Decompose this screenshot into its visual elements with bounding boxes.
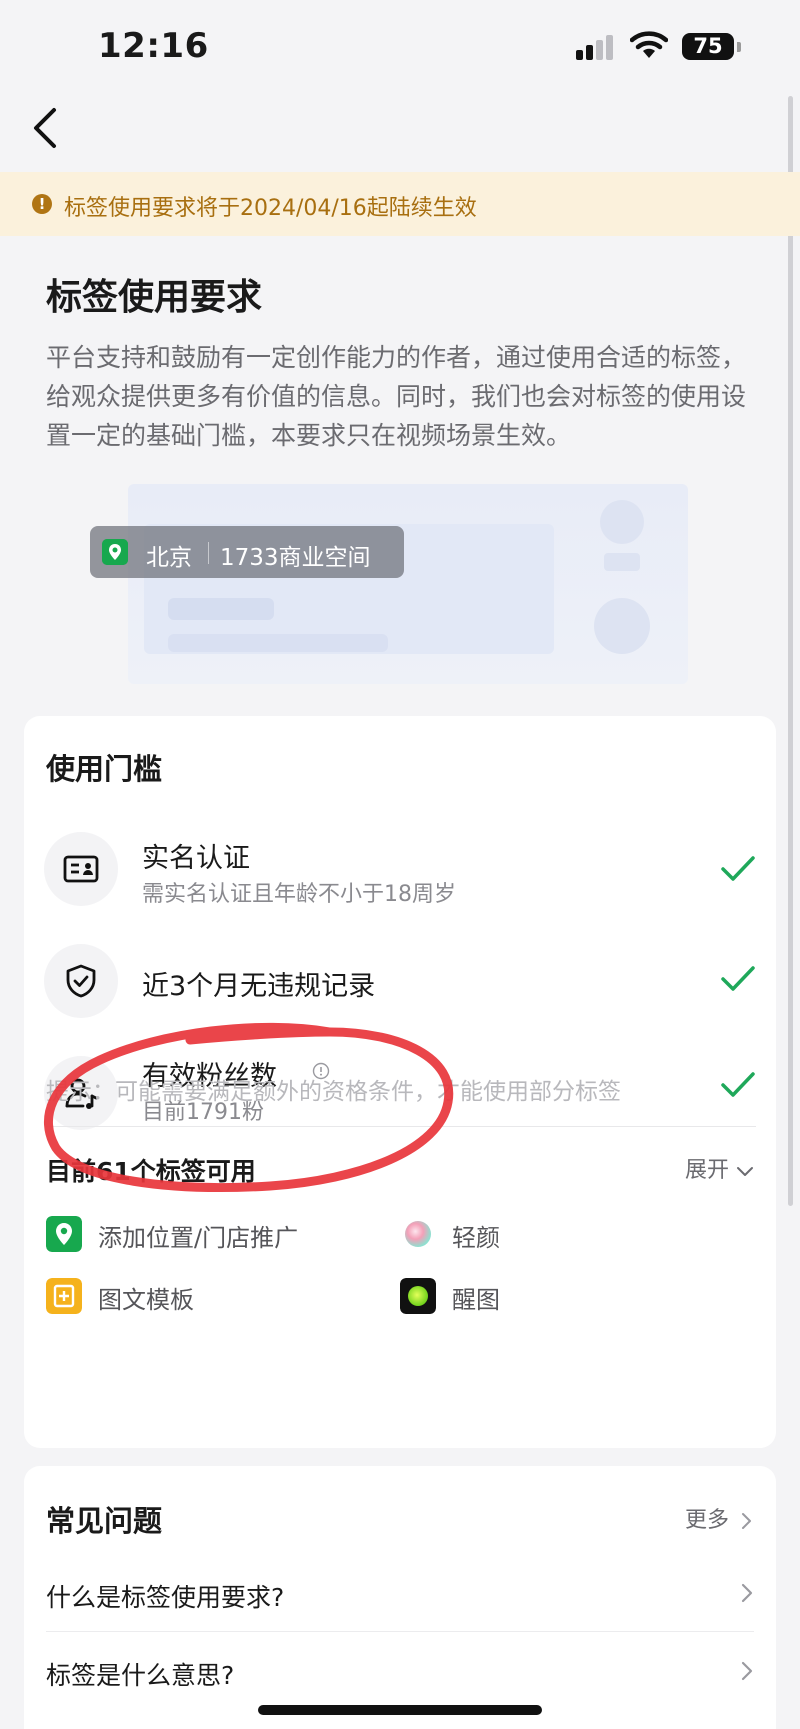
expand-label: 展开 bbox=[684, 1158, 729, 1183]
location-place: 1733商业空间 bbox=[220, 545, 371, 571]
tag-location[interactable]: 添加位置/门店推广 bbox=[46, 1214, 376, 1254]
faq-item[interactable]: 什么是标签使用要求? bbox=[46, 1554, 754, 1632]
tag-label: 图文模板 bbox=[98, 1286, 194, 1314]
chevron-right-icon bbox=[741, 1661, 753, 1681]
scrollbar[interactable] bbox=[788, 96, 793, 1206]
preview-bar bbox=[168, 598, 274, 620]
requirements-card: 使用门槛 实名认证 需实名认证且年龄不小于18周岁 近3个月无违规记录 有效粉丝… bbox=[24, 716, 776, 1448]
faq-card: 常见问题 更多 什么是标签使用要求? 标签是什么意思? bbox=[24, 1466, 776, 1729]
tag-label: 轻颜 bbox=[452, 1224, 500, 1252]
tag-qingyan[interactable]: 轻颜 bbox=[400, 1214, 600, 1254]
requirements-tip: 提示：可能需要满足额外的资格条件，才能使用部分标签 bbox=[46, 1079, 621, 1105]
tag-label: 添加位置/门店推广 bbox=[98, 1224, 299, 1252]
check-icon bbox=[721, 1072, 755, 1097]
faq-title: 常见问题 bbox=[46, 1504, 163, 1538]
faq-more-label: 更多 bbox=[684, 1508, 729, 1533]
status-time: 12:16 bbox=[98, 26, 209, 66]
chevron-right-icon bbox=[741, 1583, 753, 1603]
location-city: 北京 bbox=[146, 545, 192, 571]
notice-banner: ! 标签使用要求将于2024/04/16起陆续生效 bbox=[0, 172, 800, 236]
requirements-title: 使用门槛 bbox=[46, 752, 163, 786]
requirement-no-violation: 近3个月无违规记录 bbox=[44, 938, 756, 1022]
page: 12:16 75 ! 标签使用要求将于2024/04/16起陆续生效 标签使用要… bbox=[0, 0, 800, 1729]
template-icon bbox=[46, 1278, 82, 1314]
faq-question: 什么是标签使用要求? bbox=[46, 1583, 285, 1612]
battery-icon: 75 bbox=[682, 33, 734, 60]
page-title: 标签使用要求 bbox=[46, 277, 263, 318]
tag-xingtu[interactable]: 醒图 bbox=[400, 1276, 600, 1316]
location-pin-icon bbox=[102, 539, 128, 565]
tag-label: 醒图 bbox=[452, 1286, 500, 1314]
check-icon bbox=[721, 856, 755, 881]
preview-bar bbox=[168, 634, 388, 652]
expand-button[interactable]: 展开 bbox=[685, 1152, 754, 1184]
status-bar: 12:16 75 bbox=[0, 0, 800, 100]
shield-check-icon bbox=[44, 944, 118, 1018]
requirement-title: 近3个月无违规记录 bbox=[142, 971, 376, 1002]
notice-text: 标签使用要求将于2024/04/16起陆续生效 bbox=[64, 196, 477, 221]
chevron-right-icon bbox=[742, 1513, 751, 1529]
location-divider bbox=[208, 542, 209, 564]
preview-avatar bbox=[594, 598, 650, 654]
divider bbox=[46, 1126, 756, 1127]
home-indicator[interactable] bbox=[258, 1705, 542, 1715]
xingtu-app-icon bbox=[400, 1278, 436, 1314]
id-card-icon bbox=[44, 832, 118, 906]
cellular-signal-icon bbox=[576, 34, 616, 60]
preview-avatar bbox=[600, 500, 644, 544]
warning-icon: ! bbox=[32, 194, 52, 214]
preview-button bbox=[604, 553, 640, 571]
wifi-icon bbox=[630, 31, 668, 58]
back-button[interactable] bbox=[26, 102, 66, 154]
qingyan-app-icon bbox=[405, 1221, 431, 1247]
requirement-real-name: 实名认证 需实名认证且年龄不小于18周岁 bbox=[44, 826, 756, 910]
faq-question: 标签是什么意思? bbox=[46, 1661, 235, 1690]
check-icon bbox=[721, 966, 755, 991]
faq-more-button[interactable]: 更多 bbox=[685, 1502, 752, 1534]
faq-item[interactable]: 标签是什么意思? bbox=[46, 1632, 754, 1710]
battery-cap bbox=[737, 42, 741, 52]
requirement-title: 实名认证 bbox=[142, 843, 250, 874]
tag-template[interactable]: 图文模板 bbox=[46, 1276, 376, 1316]
page-description: 平台支持和鼓励有一定创作能力的作者，通过使用合适的标签，给观众提供更多有价值的信… bbox=[46, 343, 747, 450]
location-tag-preview: 北京 1733商业空间 bbox=[90, 526, 404, 578]
requirement-subtitle: 需实名认证且年龄不小于18周岁 bbox=[142, 882, 456, 907]
available-tags-title: 目前61个标签可用 bbox=[46, 1157, 256, 1186]
location-pin-icon bbox=[46, 1216, 82, 1252]
chevron-down-icon bbox=[737, 1167, 753, 1176]
